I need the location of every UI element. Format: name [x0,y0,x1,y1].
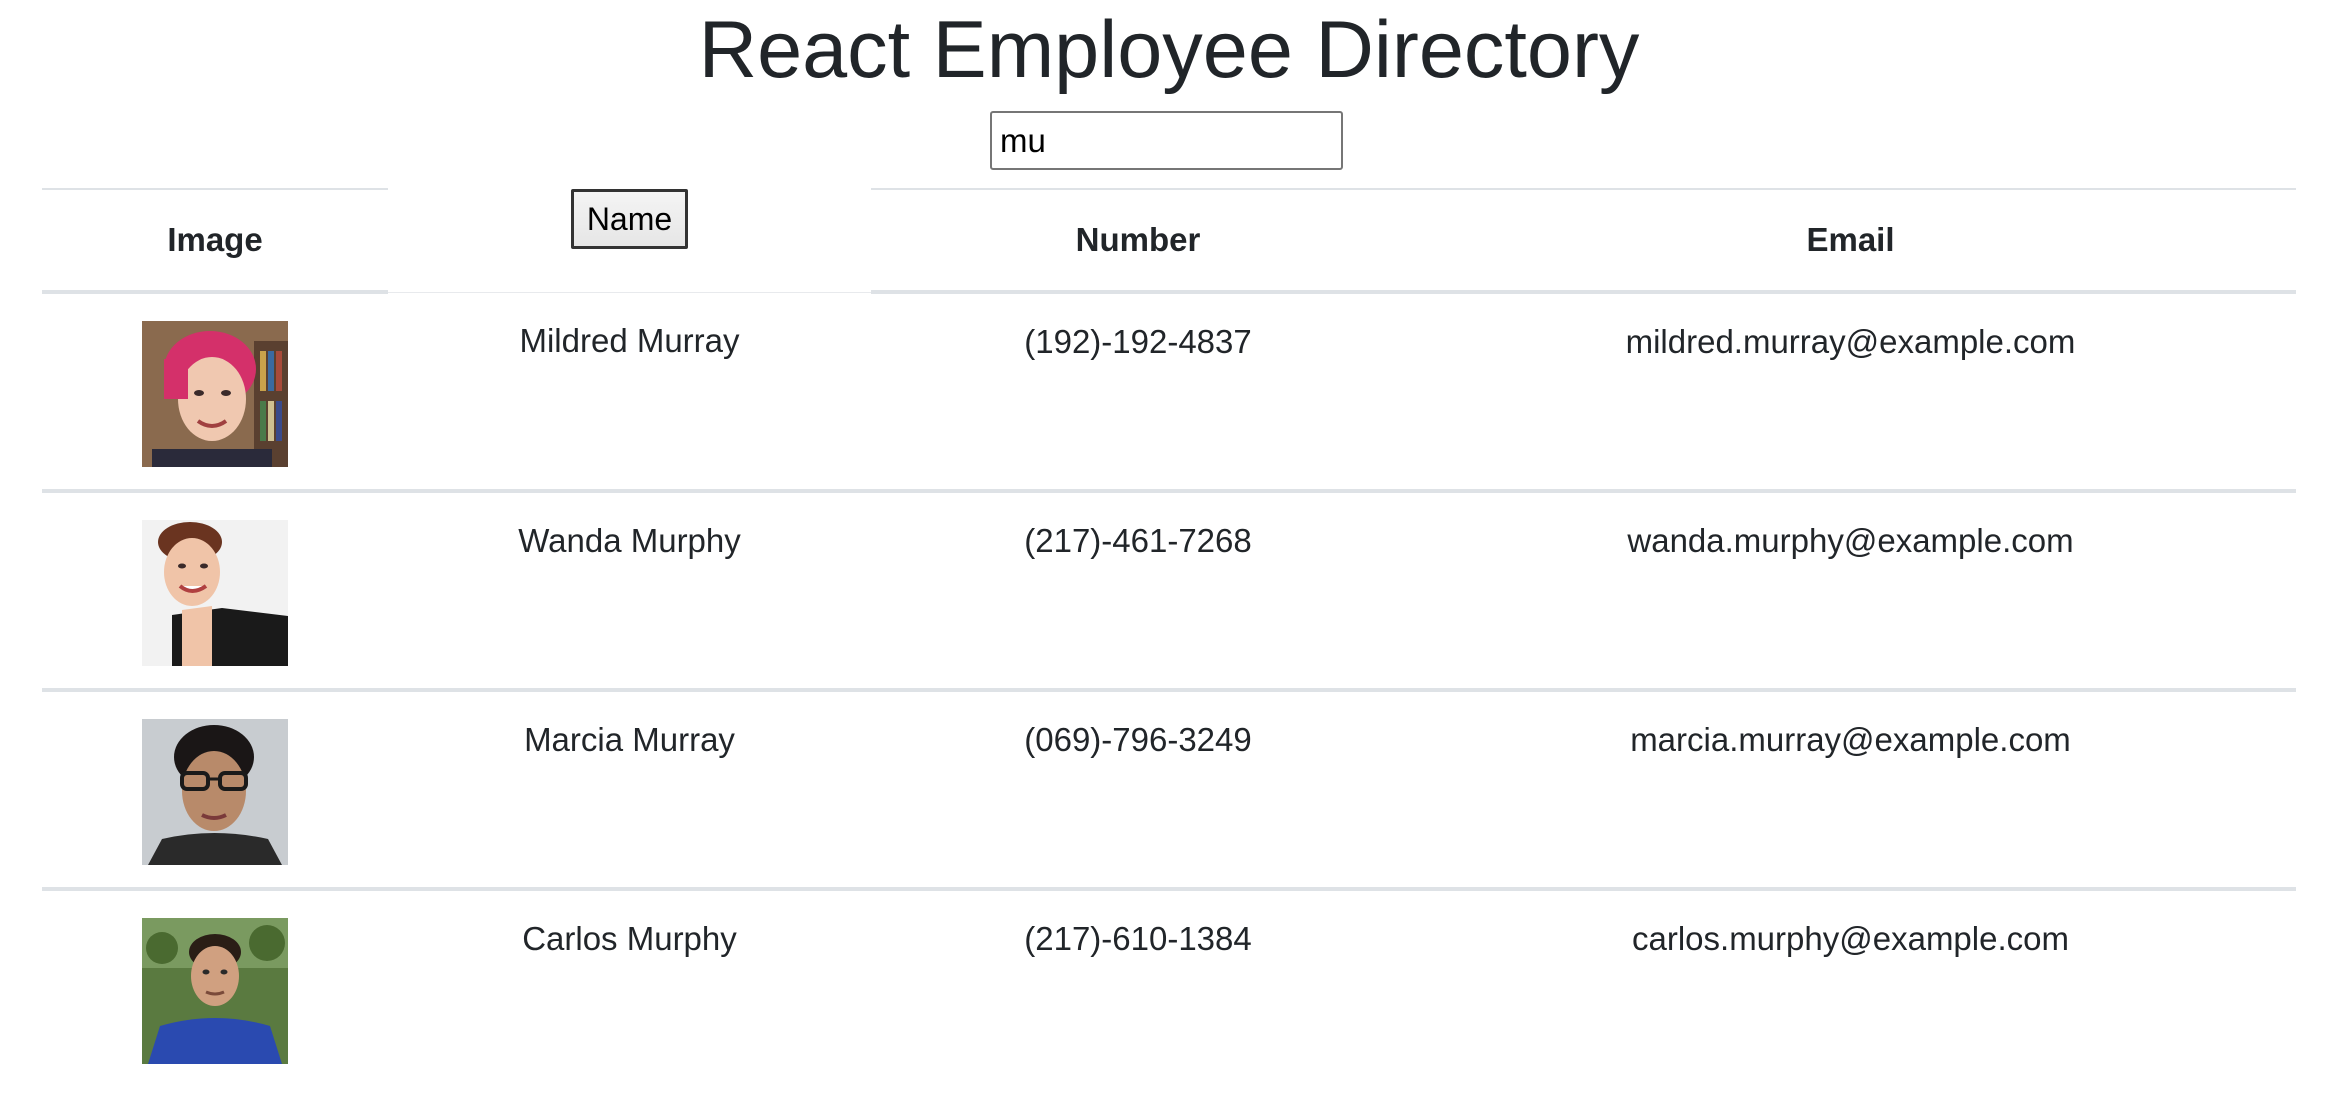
employee-number: (217)-461-7268 [1024,522,1252,559]
directory-page: React Employee Directory Image Name Numb… [0,0,2338,1112]
number-cell: (069)-796-3249 [871,690,1405,891]
avatar [142,918,288,1064]
email-cell: wanda.murphy@example.com [1405,491,2296,692]
employee-email: marcia.murray@example.com [1630,721,2071,758]
column-header-image: Image [42,188,388,294]
email-cell: mildred.murray@example.com [1405,292,2296,493]
employee-name: Marcia Murray [524,721,735,758]
table-row: Carlos Murphy (217)-610-1384 carlos.murp… [42,889,2296,1086]
employee-number: (069)-796-3249 [1024,721,1252,758]
number-cell: (192)-192-4837 [871,292,1405,493]
name-cell: Marcia Murray [388,690,871,891]
name-cell: Carlos Murphy [388,889,871,1086]
email-cell: marcia.murray@example.com [1405,690,2296,891]
name-cell: Wanda Murphy [388,491,871,692]
page-title: React Employee Directory [698,5,1640,95]
avatar [142,520,288,666]
employee-table: Image Name Number Email Mildred Murray (… [42,188,2296,1086]
column-header-name: Name [388,189,871,293]
avatar [142,321,288,467]
search-input[interactable] [990,111,1343,170]
table-row: Wanda Murphy (217)-461-7268 wanda.murphy… [42,491,2296,692]
number-cell: (217)-610-1384 [871,889,1405,1086]
employee-email: wanda.murphy@example.com [1627,522,2074,559]
image-cell [42,491,388,692]
employee-email: mildred.murray@example.com [1625,323,2076,360]
table-row: Mildred Murray (192)-192-4837 mildred.mu… [42,292,2296,493]
employee-name: Mildred Murray [519,321,740,359]
image-cell [42,292,388,493]
table-header: Image Name Number Email [42,188,2296,294]
column-header-number: Number [871,188,1405,294]
employee-number: (217)-610-1384 [1024,920,1252,957]
employee-name: Wanda Murphy [518,522,741,559]
employee-number: (192)-192-4837 [1024,323,1252,360]
employee-email: carlos.murphy@example.com [1632,920,2069,957]
sort-by-name-button[interactable]: Name [571,189,688,249]
avatar [142,719,288,865]
name-cell: Mildred Murray [388,292,871,493]
employee-name: Carlos Murphy [522,920,737,957]
image-cell [42,690,388,891]
number-cell: (217)-461-7268 [871,491,1405,692]
image-cell [42,889,388,1086]
column-header-email: Email [1405,188,2296,294]
email-cell: carlos.murphy@example.com [1405,889,2296,1086]
table-row: Marcia Murray (069)-796-3249 marcia.murr… [42,690,2296,891]
